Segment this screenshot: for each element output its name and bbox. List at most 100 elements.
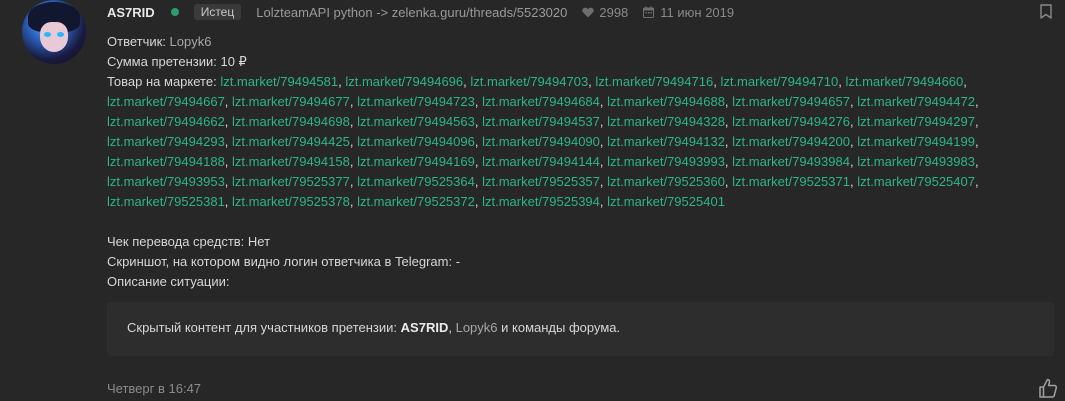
- market-link[interactable]: lzt.market/79525371: [732, 174, 850, 189]
- market-separator: ,: [224, 194, 233, 209]
- market-link[interactable]: lzt.market/79494581: [220, 74, 338, 89]
- market-line: lzt.market/79494293, lzt.market/79494425…: [107, 132, 1052, 152]
- market-separator: ,: [963, 74, 967, 89]
- market-separator: ,: [349, 114, 358, 129]
- transfer-receipt-row: Чек перевода средств: Нет: [107, 234, 271, 249]
- market-separator: ,: [224, 94, 233, 109]
- bookmark-icon[interactable]: [1040, 4, 1052, 19]
- avatar-eye-right: [57, 32, 64, 37]
- market-link[interactable]: lzt.market/79494188: [107, 154, 225, 169]
- market-separator: ,: [349, 94, 358, 109]
- market-separator: ,: [474, 114, 483, 129]
- post-date: 11 июн 2019: [660, 4, 735, 20]
- market-link[interactable]: lzt.market/79525364: [357, 174, 475, 189]
- market-link[interactable]: lzt.market/79494158: [232, 154, 350, 169]
- market-separator: ,: [974, 174, 979, 189]
- screenshot-row: Скриншот, на котором видно логин ответчи…: [107, 254, 461, 269]
- hidden-suffix: и команды форума.: [501, 320, 621, 335]
- market-link[interactable]: lzt.market/79493984: [732, 154, 850, 169]
- market-separator: ,: [349, 174, 358, 189]
- market-line: lzt.market/79494188, lzt.market/79494158…: [107, 152, 1052, 172]
- market-link[interactable]: lzt.market/79525360: [607, 174, 725, 189]
- market-link[interactable]: lzt.market/79494293: [107, 134, 225, 149]
- market-link[interactable]: lzt.market/79494688: [607, 94, 725, 109]
- market-link[interactable]: lzt.market/79494660: [845, 74, 963, 89]
- hidden-content-box: Скрытый контент для участников претензии…: [107, 302, 1054, 356]
- market-link[interactable]: lzt.market/79494696: [345, 74, 463, 89]
- market-link[interactable]: lzt.market/79494096: [357, 134, 475, 149]
- market-link[interactable]: lzt.market/79525377: [232, 174, 350, 189]
- market-link[interactable]: lzt.market/79525372: [357, 194, 475, 209]
- market-line: lzt.market/79525381, lzt.market/79525378…: [107, 192, 1052, 212]
- claim-amount-label: Сумма претензии:: [107, 54, 217, 69]
- thread-link[interactable]: LolzteamAPI python -> zelenka.guru/threa…: [256, 5, 567, 20]
- market-link[interactable]: lzt.market/79493953: [107, 174, 225, 189]
- market-separator: ,: [224, 134, 233, 149]
- market-link[interactable]: lzt.market/79525381: [107, 194, 225, 209]
- online-status-icon: [170, 8, 179, 16]
- calendar-icon: [643, 6, 655, 18]
- market-line: Товар на маркете: lzt.market/79494581, l…: [107, 72, 1052, 92]
- hidden-user-link-1[interactable]: AS7RID: [401, 320, 449, 335]
- market-link[interactable]: lzt.market/79494667: [107, 94, 225, 109]
- avatar[interactable]: [22, 0, 86, 64]
- market-link[interactable]: lzt.market/79493993: [607, 154, 725, 169]
- market-link[interactable]: lzt.market/79494276: [732, 114, 850, 129]
- post-body: Ответчик: Lopyk6 Сумма претензии: 10 ₽ Т…: [107, 32, 1052, 292]
- market-separator: ,: [349, 134, 358, 149]
- market-link[interactable]: lzt.market/79493983: [857, 154, 975, 169]
- claim-amount-row: Сумма претензии: 10 ₽: [107, 52, 1052, 72]
- market-link[interactable]: lzt.market/79494716: [595, 74, 713, 89]
- market-link[interactable]: lzt.market/79494563: [357, 114, 475, 129]
- market-link[interactable]: lzt.market/79525407: [857, 174, 975, 189]
- thumbs-up-icon[interactable]: [1038, 378, 1058, 398]
- market-line: lzt.market/79494662, lzt.market/79494698…: [107, 112, 1052, 132]
- respondent-name-link[interactable]: Lopyk6: [170, 34, 212, 49]
- market-line: lzt.market/79493953, lzt.market/79525377…: [107, 172, 1052, 192]
- market-separator: ,: [974, 134, 979, 149]
- market-separator: ,: [224, 174, 233, 189]
- market-separator: ,: [474, 94, 483, 109]
- market-link[interactable]: lzt.market/79494537: [482, 114, 600, 129]
- market-link[interactable]: lzt.market/79525394: [482, 194, 600, 209]
- market-link[interactable]: lzt.market/79494132: [607, 134, 725, 149]
- hidden-content-text: Скрытый контент для участников претензии…: [127, 320, 620, 335]
- market-link[interactable]: lzt.market/79494144: [482, 154, 600, 169]
- market-line: lzt.market/79494667, lzt.market/79494677…: [107, 92, 1052, 112]
- market-separator: ,: [474, 194, 483, 209]
- market-link[interactable]: lzt.market/79494090: [482, 134, 600, 149]
- market-separator: ,: [349, 194, 358, 209]
- market-link[interactable]: lzt.market/79494472: [857, 94, 975, 109]
- author-username[interactable]: AS7RID: [107, 5, 155, 20]
- market-link[interactable]: lzt.market/79525357: [482, 174, 600, 189]
- hidden-separator: ,: [448, 320, 452, 335]
- market-link[interactable]: lzt.market/79494723: [357, 94, 475, 109]
- market-link[interactable]: lzt.market/79494328: [607, 114, 725, 129]
- market-items-block: Товар на маркете: lzt.market/79494581, l…: [107, 72, 1052, 212]
- role-badge: Истец: [193, 4, 242, 20]
- market-link[interactable]: lzt.market/79494297: [857, 114, 975, 129]
- market-link[interactable]: lzt.market/79525401: [607, 194, 725, 209]
- forum-post: AS7RID Истец LolzteamAPI python -> zelen…: [0, 0, 1065, 401]
- post-time[interactable]: Четверг в 16:47: [107, 381, 201, 396]
- post-header: AS7RID Истец LolzteamAPI python -> zelen…: [107, 3, 734, 21]
- market-link[interactable]: lzt.market/79494684: [482, 94, 600, 109]
- market-link[interactable]: lzt.market/79494169: [357, 154, 475, 169]
- market-link[interactable]: lzt.market/79494425: [232, 134, 350, 149]
- market-label: Товар на маркете:: [107, 74, 217, 89]
- market-link[interactable]: lzt.market/79494677: [232, 94, 350, 109]
- market-link[interactable]: lzt.market/79494662: [107, 114, 225, 129]
- market-link[interactable]: lzt.market/79494200: [732, 134, 850, 149]
- post-date-container: 11 июн 2019: [643, 5, 734, 20]
- market-link[interactable]: lzt.market/79494657: [732, 94, 850, 109]
- hidden-user-link-2[interactable]: Lopyk6: [456, 320, 498, 335]
- likes-count: 2998: [599, 4, 629, 20]
- market-separator: ,: [349, 154, 358, 169]
- market-link[interactable]: lzt.market/79494710: [720, 74, 838, 89]
- market-link[interactable]: lzt.market/79525378: [232, 194, 350, 209]
- market-link[interactable]: lzt.market/79494199: [857, 134, 975, 149]
- market-separator: ,: [974, 94, 979, 109]
- market-link[interactable]: lzt.market/79494703: [470, 74, 588, 89]
- market-link[interactable]: lzt.market/79494698: [232, 114, 350, 129]
- claim-amount-value: 10 ₽: [220, 54, 247, 69]
